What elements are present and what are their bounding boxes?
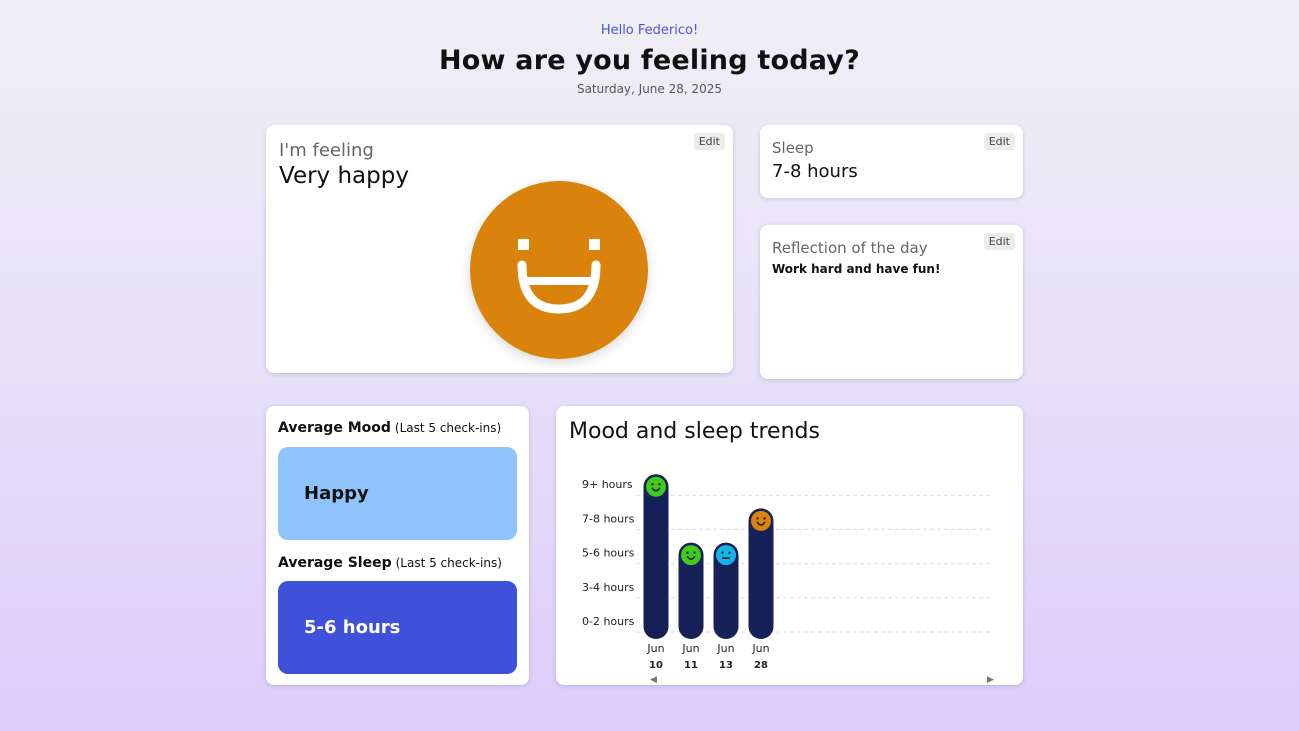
edit-reflection-button[interactable]: Edit bbox=[983, 233, 1015, 250]
reflection-label: Reflection of the day bbox=[772, 239, 928, 257]
average-mood-subtitle: (Last 5 check-ins) bbox=[394, 421, 502, 435]
trends-chart: 0-2 hours 3-4 hours 5-6 hours 7-8 hours 9+ h… bbox=[582, 474, 992, 671]
x-tick-day: 10 bbox=[649, 660, 663, 671]
reflection-text: Work hard and have fun! bbox=[772, 262, 941, 276]
trends-card: 0-2 hours 3-4 hours 5-6 hours 7-8 hours 9+ h… bbox=[556, 406, 1023, 685]
y-tick-label: 5-6 hours bbox=[582, 547, 635, 560]
x-tick-day: 28 bbox=[754, 660, 768, 671]
average-mood-value: Happy bbox=[304, 483, 369, 504]
average-mood-title: Average Mood bbox=[278, 420, 391, 436]
mood-eye bbox=[763, 517, 766, 520]
mood-dot-icon bbox=[716, 545, 736, 566]
x-tick-month: Jun bbox=[751, 642, 769, 655]
mood-eye bbox=[693, 551, 696, 554]
x-tick-month: Jun bbox=[716, 642, 734, 655]
feeling-label: I'm feeling bbox=[279, 140, 374, 161]
x-tick-day: 13 bbox=[719, 660, 733, 671]
x-tick-month: Jun bbox=[646, 642, 664, 655]
y-tick-label: 9+ hours bbox=[582, 478, 633, 491]
edit-sleep-button[interactable]: Edit bbox=[983, 133, 1015, 150]
average-sleep-subtitle: (Last 5 check-ins) bbox=[395, 556, 502, 570]
scroll-left-icon[interactable]: ◀ bbox=[650, 676, 657, 685]
trends-title: Mood and sleep trends bbox=[569, 419, 820, 444]
scroll-right-icon[interactable]: ▶ bbox=[987, 676, 994, 685]
sleep-value: 7-8 hours bbox=[772, 161, 858, 182]
edit-feeling-button[interactable]: Edit bbox=[693, 133, 725, 150]
x-tick-month: Jun bbox=[681, 642, 699, 655]
reflection-card: Edit Reflection of the day Work hard and… bbox=[760, 225, 1023, 379]
mood-dot-icon bbox=[681, 545, 701, 566]
date-label: Saturday, June 28, 2025 bbox=[576, 82, 723, 96]
mood-eye bbox=[658, 483, 661, 486]
average-sleep-heading: Average Sleep (Last 5 check-ins) bbox=[278, 555, 502, 571]
mood-eye bbox=[756, 517, 759, 520]
sleep-label: Sleep bbox=[772, 139, 814, 157]
mood-dot-icon bbox=[751, 510, 771, 531]
averages-card: Average Mood (Last 5 check-ins) Happy Ave… bbox=[266, 406, 529, 685]
y-tick-label: 0-2 hours bbox=[582, 615, 635, 628]
feeling-value: Very happy bbox=[279, 163, 409, 189]
mood-dot-icon bbox=[646, 476, 666, 497]
average-mood-box: Happy bbox=[278, 447, 517, 540]
average-sleep-title: Average Sleep bbox=[278, 555, 392, 571]
greeting: Hello Federico! bbox=[600, 23, 699, 38]
feeling-card: Edit I'm feeling Very happy bbox=[266, 125, 733, 373]
average-sleep-value: 5-6 hours bbox=[304, 617, 401, 638]
y-tick-label: 3-4 hours bbox=[582, 581, 635, 594]
mood-eye bbox=[651, 483, 654, 486]
very-happy-face-icon bbox=[470, 181, 648, 359]
y-tick-label: 7-8 hours bbox=[582, 512, 635, 525]
sleep-bar bbox=[643, 474, 669, 639]
mood-eye bbox=[728, 551, 731, 554]
mood-eye bbox=[686, 551, 689, 554]
x-tick-day: 11 bbox=[684, 660, 698, 671]
page-title: How are you feeling today? bbox=[439, 45, 860, 76]
mood-eye bbox=[721, 551, 724, 554]
average-sleep-box: 5-6 hours bbox=[278, 581, 517, 674]
average-mood-heading: Average Mood (Last 5 check-ins) bbox=[278, 420, 501, 436]
sleep-card: Edit Sleep 7-8 hours bbox=[760, 125, 1023, 198]
